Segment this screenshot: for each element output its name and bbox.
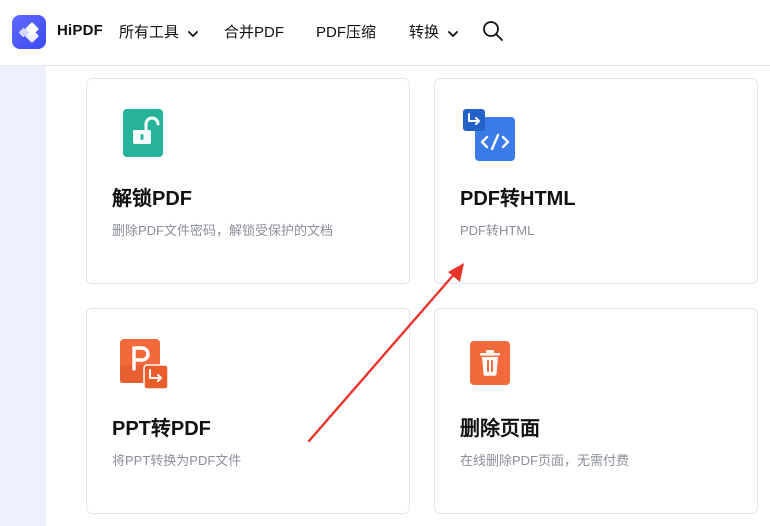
tool-card-ppt-to-pdf[interactable]: PPT转PDF 将PPT转换为PDF文件 [86, 308, 410, 514]
top-navigation-bar: HiPDF 所有工具 合并PDF PDF压缩 转换 [0, 0, 770, 66]
card-title: 解锁PDF [112, 188, 192, 210]
nav-compress-pdf-label: PDF压缩 [316, 24, 377, 41]
nav-merge-pdf-label: 合并PDF [224, 24, 285, 41]
hipdf-logo-icon[interactable] [12, 15, 46, 49]
tool-card-pdf-to-html[interactable]: PDF转HTML PDF转HTML [434, 78, 758, 284]
card-title: PDF转HTML [460, 188, 576, 210]
search-icon[interactable] [482, 20, 504, 47]
card-description: PDF转HTML [460, 223, 535, 238]
card-title: 删除页面 [460, 418, 540, 440]
trash-icon [470, 341, 512, 392]
card-description: 将PPT转换为PDF文件 [112, 453, 242, 468]
chevron-down-icon [448, 25, 459, 42]
card-description: 删除PDF文件密码，解锁受保护的文档 [112, 223, 334, 238]
card-description: 在线删除PDF页面，无需付费 [460, 453, 630, 468]
brand-name[interactable]: HiPDF [57, 22, 103, 39]
html-code-icon [463, 109, 517, 168]
nav-compress-pdf[interactable]: PDF压缩 [316, 21, 376, 42]
nav-all-tools-label: 所有工具 [119, 24, 180, 41]
ppt-icon [120, 339, 170, 396]
nav-merge-pdf[interactable]: 合并PDF [224, 21, 284, 42]
chevron-down-icon [188, 25, 199, 42]
card-title: PPT转PDF [112, 418, 211, 440]
tool-card-delete-pages[interactable]: 删除页面 在线删除PDF页面，无需付费 [434, 308, 758, 514]
nav-convert[interactable]: 转换 [409, 21, 459, 42]
nav-all-tools[interactable]: 所有工具 [119, 21, 199, 42]
left-sidebar [0, 66, 46, 526]
tool-card-unlock-pdf[interactable]: 解锁PDF 删除PDF文件密码，解锁受保护的文档 [86, 78, 410, 284]
unlock-icon [120, 109, 164, 164]
nav-convert-label: 转换 [409, 24, 440, 41]
